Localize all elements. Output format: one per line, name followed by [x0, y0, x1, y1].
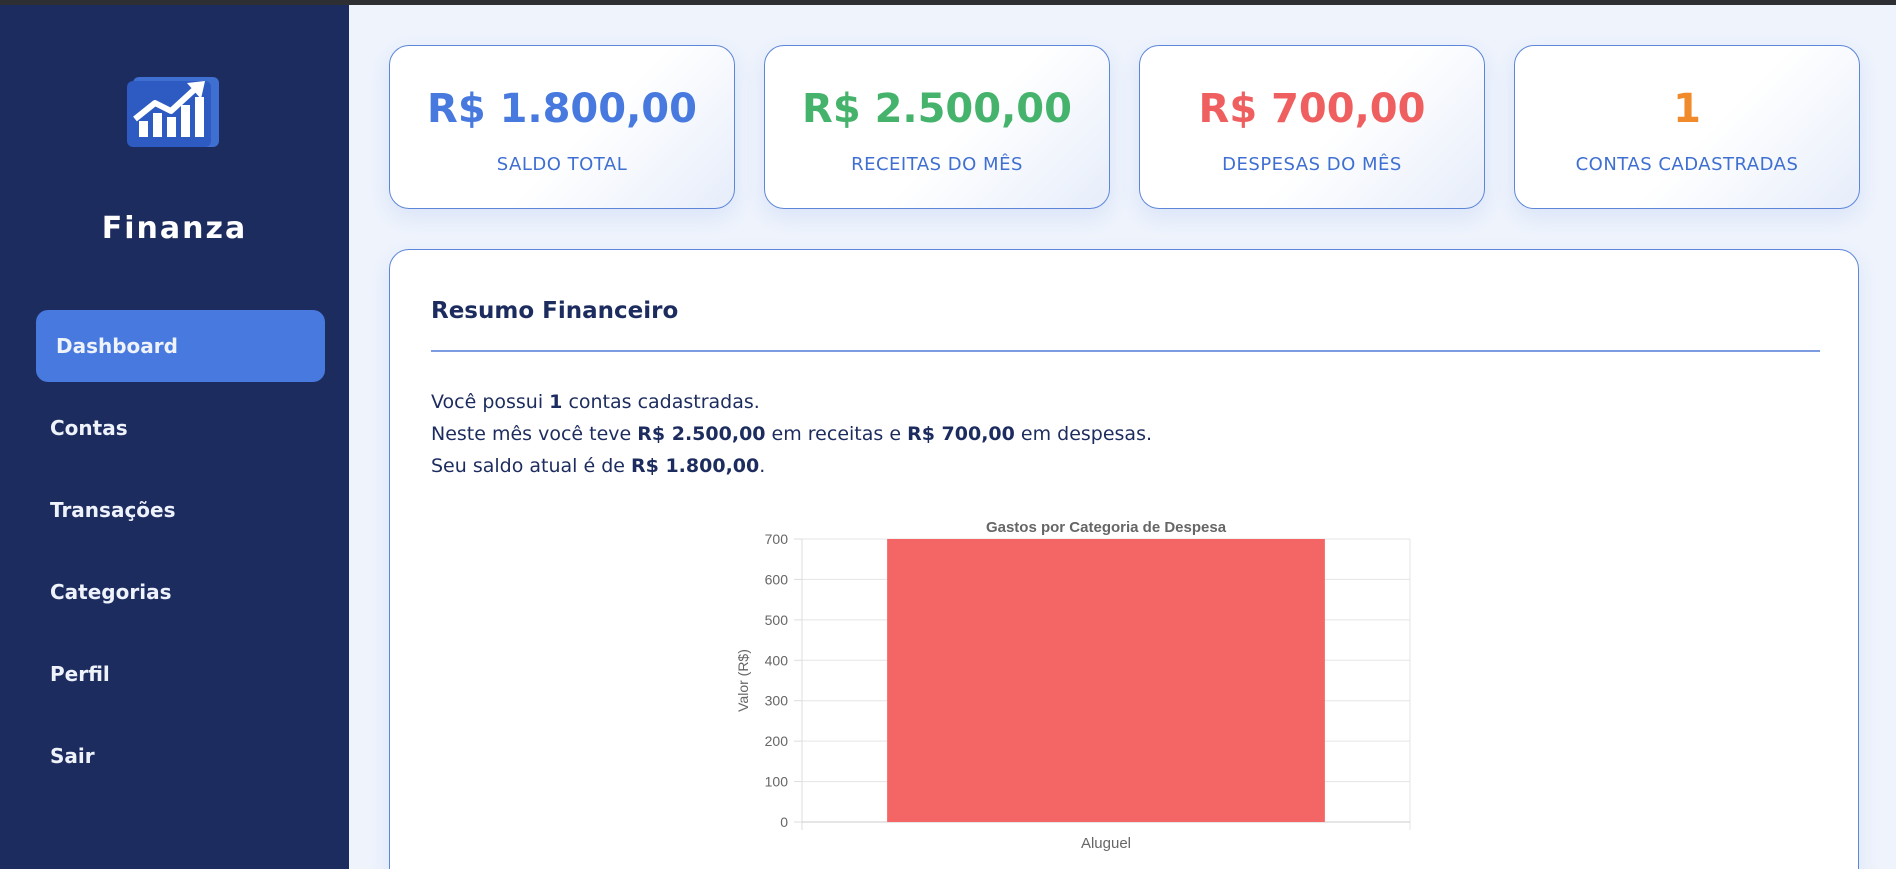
- card-receitas: R$ 2.500,00 RECEITAS DO MÊS: [764, 45, 1110, 209]
- card-label: SALDO TOTAL: [496, 154, 628, 175]
- financial-summary-panel: Resumo Financeiro Você possui 1 contas c…: [389, 249, 1859, 869]
- divider: [431, 350, 1820, 352]
- summary-text: Você possui 1 contas cadastradas. Neste …: [431, 386, 1152, 482]
- card-value: R$ 1.800,00: [427, 86, 697, 132]
- y-tick-label: 400: [765, 652, 789, 668]
- bar-aluguel: [887, 539, 1325, 822]
- app-brand-name: Finanza: [101, 211, 248, 246]
- card-label: CONTAS CADASTRADAS: [1575, 154, 1799, 175]
- panel-title: Resumo Financeiro: [431, 298, 679, 324]
- card-label: RECEITAS DO MÊS: [851, 154, 1023, 175]
- summary-line-balance: Seu saldo atual é de R$ 1.800,00.: [431, 455, 766, 477]
- card-contas: 1 CONTAS CADASTRADAS: [1514, 45, 1860, 209]
- y-tick-label: 700: [765, 531, 789, 547]
- y-tick-label: 100: [765, 774, 789, 790]
- sidebar-item-dashboard[interactable]: Dashboard: [36, 310, 325, 382]
- summary-line-accounts: Você possui 1 contas cadastradas.: [431, 391, 760, 413]
- sidebar-item-sair[interactable]: Sair: [36, 720, 325, 792]
- sidebar-item-categorias[interactable]: Categorias: [36, 556, 325, 628]
- card-label: DESPESAS DO MÊS: [1222, 154, 1402, 175]
- card-value: 1: [1673, 86, 1701, 132]
- expense-category-bar-chart: Gastos por Categoria de Despesa 0 100 200 30…: [735, 520, 1411, 852]
- y-tick-label: 0: [780, 814, 788, 830]
- chart-title: Gastos por Categoria de Despesa: [986, 520, 1227, 536]
- summary-line-month: Neste mês você teve R$ 2.500,00 em recei…: [431, 423, 1153, 445]
- y-axis-label: Valor (R$): [735, 649, 751, 712]
- sidebar: Finanza Dashboard Contas Transações Cate…: [0, 5, 349, 869]
- y-tick-label: 600: [765, 571, 789, 587]
- sidebar-item-perfil[interactable]: Perfil: [36, 638, 325, 710]
- x-tick-label: Aluguel: [1081, 835, 1131, 852]
- sidebar-item-transacoes[interactable]: Transações: [36, 474, 325, 546]
- sidebar-item-contas[interactable]: Contas: [36, 392, 325, 464]
- y-tick-label: 500: [765, 612, 789, 628]
- card-despesas: R$ 700,00 DESPESAS DO MÊS: [1139, 45, 1485, 209]
- y-tick-label: 300: [765, 693, 789, 709]
- card-saldo-total: R$ 1.800,00 SALDO TOTAL: [389, 45, 735, 209]
- main-content: R$ 1.800,00 SALDO TOTAL R$ 2.500,00 RECE…: [349, 5, 1896, 869]
- finanza-logo-icon: [127, 63, 221, 151]
- y-tick-label: 200: [765, 733, 789, 749]
- card-value: R$ 700,00: [1198, 86, 1426, 132]
- card-value: R$ 2.500,00: [802, 86, 1072, 132]
